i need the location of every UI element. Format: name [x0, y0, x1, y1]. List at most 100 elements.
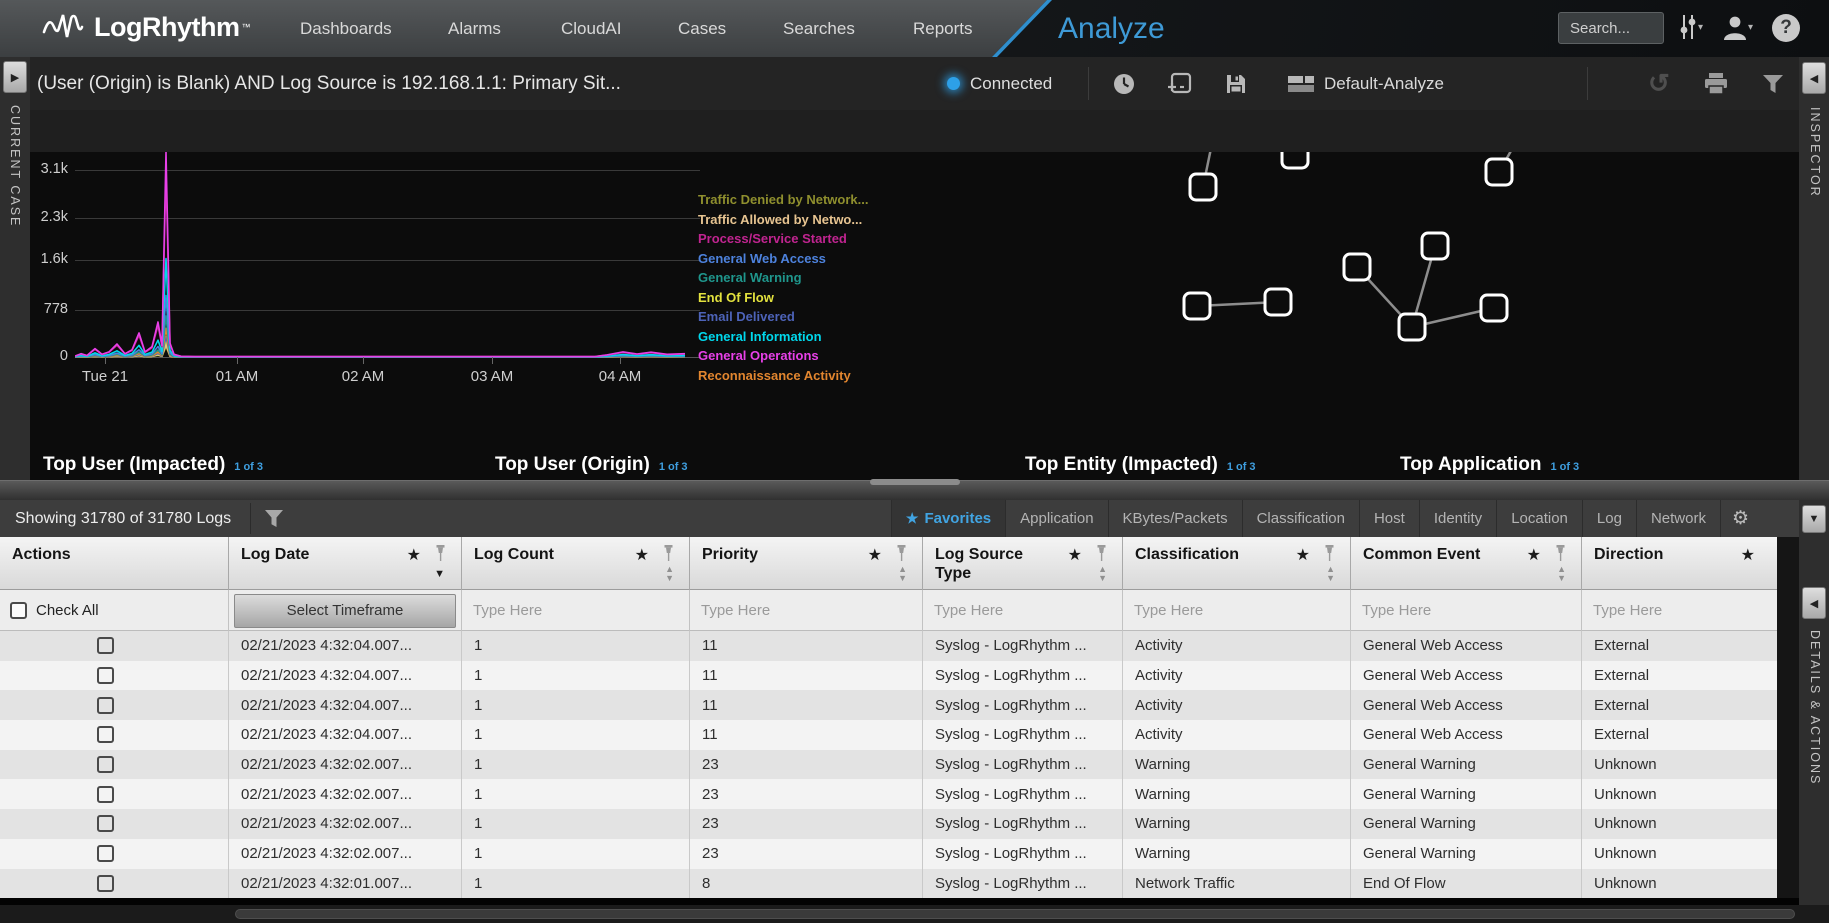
favorite-column-icon[interactable]: ★ — [407, 545, 421, 565]
horizontal-scrollbar-thumb[interactable] — [235, 909, 1795, 919]
grid-tab-location[interactable]: Location — [1496, 500, 1582, 537]
grid-tab-kbytes-packets[interactable]: KBytes/Packets — [1108, 500, 1242, 537]
save-layout-button[interactable] — [1224, 57, 1248, 110]
select-timeframe-button[interactable]: Select Timeframe — [234, 594, 456, 628]
legend-item-process-service-started[interactable]: Process/Service Started — [698, 229, 869, 249]
widget-pager[interactable]: 1 of 3 — [659, 461, 688, 473]
node-graph[interactable] — [1140, 110, 1570, 480]
time-range-button[interactable] — [1112, 57, 1136, 110]
favorite-column-icon[interactable]: ★ — [1068, 545, 1082, 565]
grid-tab-classification[interactable]: Classification — [1242, 500, 1359, 537]
graph-node[interactable] — [1344, 254, 1370, 280]
sort-toggle-icons[interactable]: ▲▼ — [665, 565, 674, 583]
table-row[interactable]: 02/21/2023 4:32:02.007...123Syslog - Log… — [0, 839, 1777, 869]
graph-node[interactable] — [1265, 289, 1291, 315]
nav-item-cases[interactable]: Cases — [678, 0, 726, 57]
grid-settings-button[interactable]: ⚙ — [1720, 500, 1760, 537]
column-header-common-event[interactable]: Common Event★▲▼ — [1350, 537, 1581, 590]
filter-input-direction[interactable] — [1582, 590, 1777, 631]
favorite-column-icon[interactable]: ★ — [1741, 545, 1755, 565]
filter-input-log-count[interactable] — [462, 590, 689, 631]
nav-item-alarms[interactable]: Alarms — [448, 0, 501, 57]
column-header-log-count[interactable]: Log Count★▲▼ — [461, 537, 689, 590]
legend-item-reconnaissance-activity[interactable]: Reconnaissance Activity — [698, 366, 869, 386]
row-checkbox[interactable] — [97, 667, 114, 684]
grid-tab-identity[interactable]: Identity — [1419, 500, 1496, 537]
layout-selector[interactable]: Default-Analyze — [1288, 57, 1444, 110]
help-icon[interactable]: ? — [1772, 14, 1800, 42]
expand-inspector-button[interactable]: ◀ — [1802, 62, 1826, 94]
pin-column-icon[interactable] — [434, 545, 447, 562]
column-header-actions[interactable]: Actions — [0, 537, 228, 590]
print-button[interactable] — [1703, 57, 1729, 110]
nav-item-cloudai[interactable]: CloudAI — [561, 0, 621, 57]
table-row[interactable]: 02/21/2023 4:32:01.007...18Syslog - LogR… — [0, 869, 1777, 899]
expand-details-actions-button[interactable]: ◀ — [1802, 587, 1826, 619]
search-input[interactable]: Search... — [1558, 12, 1664, 44]
table-row[interactable]: 02/21/2023 4:32:02.007...123Syslog - Log… — [0, 750, 1777, 780]
nav-item-analyze-active[interactable]: Analyze — [1058, 0, 1165, 57]
expand-current-case-button[interactable]: ▶ — [3, 61, 27, 93]
table-vertical-scrollbar[interactable] — [1777, 537, 1799, 898]
row-checkbox[interactable] — [97, 637, 114, 654]
row-checkbox[interactable] — [97, 756, 114, 773]
filter-input-classification[interactable] — [1123, 590, 1350, 631]
table-row[interactable]: 02/21/2023 4:32:04.007...111Syslog - Log… — [0, 631, 1777, 661]
favorite-column-icon[interactable]: ★ — [1296, 545, 1310, 565]
widget-pager[interactable]: 1 of 3 — [1550, 461, 1579, 473]
favorite-column-icon[interactable]: ★ — [635, 545, 649, 565]
collapse-grid-button[interactable]: ▼ — [1802, 505, 1826, 533]
log-trend-chart[interactable] — [75, 150, 700, 365]
table-row[interactable]: 02/21/2023 4:32:04.007...111Syslog - Log… — [0, 720, 1777, 750]
grid-tab-host[interactable]: Host — [1359, 500, 1419, 537]
table-row[interactable]: 02/21/2023 4:32:04.007...111Syslog - Log… — [0, 690, 1777, 720]
nav-item-searches[interactable]: Searches — [783, 0, 855, 57]
favorite-column-icon[interactable]: ★ — [868, 545, 882, 565]
grid-tab-network[interactable]: Network — [1636, 500, 1720, 537]
filter-input-priority[interactable] — [690, 590, 922, 631]
column-header-classification[interactable]: Classification★▲▼ — [1122, 537, 1350, 590]
legend-item-general-warning[interactable]: General Warning — [698, 268, 869, 288]
add-widget-button[interactable] — [1166, 57, 1192, 110]
graph-node[interactable] — [1486, 159, 1512, 185]
splitter-handle[interactable] — [870, 479, 960, 485]
row-checkbox[interactable] — [97, 726, 114, 743]
filter-button[interactable] — [1762, 57, 1784, 110]
pin-column-icon[interactable] — [1323, 545, 1336, 562]
pin-column-icon[interactable] — [895, 545, 908, 562]
filter-input-log-source-type[interactable] — [923, 590, 1122, 631]
nav-item-reports[interactable]: Reports — [913, 0, 973, 57]
legend-item-email-delivered[interactable]: Email Delivered — [698, 307, 869, 327]
row-checkbox[interactable] — [97, 786, 114, 803]
sort-toggle-icons[interactable]: ▲▼ — [1098, 565, 1107, 583]
column-header-priority[interactable]: Priority★▲▼ — [689, 537, 922, 590]
pin-column-icon[interactable] — [662, 545, 675, 562]
nav-item-dashboards[interactable]: Dashboards — [300, 0, 392, 57]
row-checkbox[interactable] — [97, 845, 114, 862]
logrhythm-logo[interactable]: LogRhythm™ — [42, 10, 250, 44]
undo-button[interactable]: ↺ — [1648, 57, 1670, 110]
check-all-checkbox[interactable] — [10, 602, 27, 619]
filter-input-common-event[interactable] — [1351, 590, 1581, 631]
legend-item-traffic-denied-by-network[interactable]: Traffic Denied by Network... — [698, 190, 869, 210]
graph-node[interactable] — [1422, 233, 1448, 259]
column-header-direction[interactable]: Direction★ — [1581, 537, 1777, 590]
grid-tab-application[interactable]: Application — [1005, 500, 1107, 537]
pin-column-icon[interactable] — [1095, 545, 1108, 562]
graph-node[interactable] — [1184, 293, 1210, 319]
widget-pager[interactable]: 1 of 3 — [234, 461, 263, 473]
table-row[interactable]: 02/21/2023 4:32:04.007...111Syslog - Log… — [0, 661, 1777, 691]
graph-node[interactable] — [1481, 295, 1507, 321]
graph-node[interactable] — [1399, 314, 1425, 340]
legend-item-general-web-access[interactable]: General Web Access — [698, 249, 869, 269]
row-checkbox[interactable] — [97, 697, 114, 714]
grid-tab-log[interactable]: Log — [1582, 500, 1636, 537]
user-menu[interactable]: ▾ — [1722, 14, 1753, 40]
legend-item-general-information[interactable]: General Information — [698, 327, 869, 347]
column-header-log-date[interactable]: Log Date★▼ — [228, 537, 461, 590]
graph-node[interactable] — [1190, 174, 1216, 200]
table-row[interactable]: 02/21/2023 4:32:02.007...123Syslog - Log… — [0, 809, 1777, 839]
preferences-menu[interactable]: ▾ — [1678, 14, 1703, 40]
sort-toggle-icons[interactable]: ▲▼ — [1557, 565, 1566, 583]
sort-toggle-icons[interactable]: ▲▼ — [1326, 565, 1335, 583]
